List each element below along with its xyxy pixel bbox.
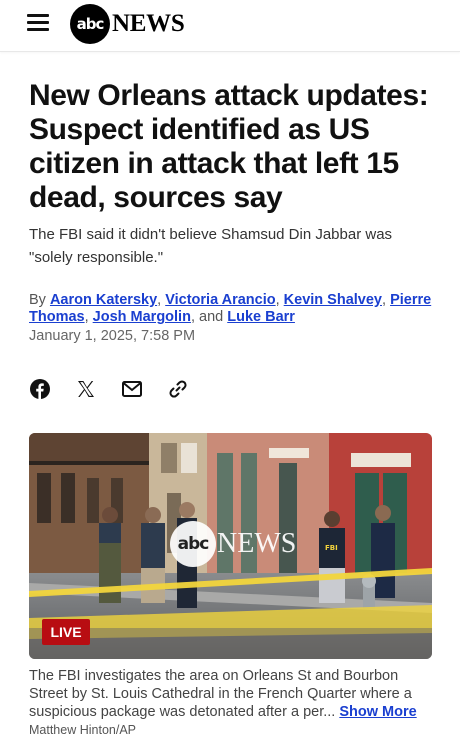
author-link[interactable]: Victoria Arancio [165, 292, 275, 308]
show-more-link[interactable]: Show More [339, 704, 416, 720]
x-icon[interactable] [74, 377, 98, 401]
byline: By Aaron Katersky, Victoria Arancio, Kev… [29, 292, 439, 326]
email-icon[interactable] [120, 377, 144, 401]
facebook-icon[interactable] [28, 377, 52, 401]
article-dek: The FBI said it didn't believe Shamsud D… [29, 226, 393, 266]
byline-prefix: By [29, 292, 46, 308]
fbi-jacket-text: FBI [325, 544, 338, 552]
photo-credit: Matthew Hinton/AP [29, 723, 136, 737]
abc-news-logo[interactable]: abc NEWS [70, 4, 185, 44]
photo-caption: The FBI investigates the area on Orleans… [29, 667, 434, 721]
author-link[interactable]: Aaron Katersky [50, 292, 157, 308]
author-link[interactable]: Josh Margolin [93, 309, 191, 325]
news-wordmark: NEWS [112, 10, 185, 37]
article-headline: New Orleans attack updates: Suspect iden… [29, 79, 429, 214]
publish-date: January 1, 2025, 7:58 PM [29, 328, 196, 344]
link-icon[interactable] [166, 377, 190, 401]
live-badge[interactable]: LIVE [42, 619, 90, 645]
author-link[interactable]: Kevin Shalvey [284, 292, 382, 308]
top-navigation-bar: abc NEWS [0, 0, 460, 52]
hamburger-menu-icon[interactable] [27, 14, 49, 32]
byline-separator: , [157, 292, 166, 308]
author-link[interactable]: Luke Barr [227, 309, 295, 325]
byline-separator: , [382, 292, 391, 308]
byline-separator: , [275, 292, 284, 308]
byline-separator: , and [190, 309, 228, 325]
byline-separator: , [84, 309, 93, 325]
abc-logo-circle: abc [70, 4, 110, 44]
